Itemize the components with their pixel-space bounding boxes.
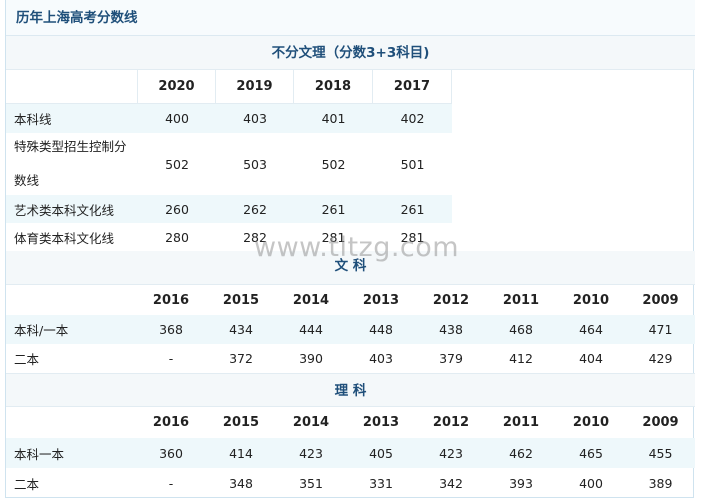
year-header: 2015	[222, 292, 260, 308]
score-cell: 342	[439, 475, 463, 491]
score-cell: 464	[579, 322, 603, 337]
score-cell: 471	[648, 322, 673, 337]
year-header: 2012	[432, 292, 470, 308]
table-row: 本科一本 360 414 423 405 423 462 465 455	[6, 438, 695, 468]
year-header: 2009	[642, 415, 679, 430]
score-cell: 262	[243, 201, 267, 217]
score-cell: 438	[439, 322, 463, 337]
score-cell: 379	[439, 351, 463, 366]
score-cell: 448	[369, 322, 393, 337]
score-cell: 423	[299, 445, 323, 461]
score-cell: 400	[579, 475, 603, 491]
score-cell: 502	[165, 156, 189, 172]
score-cell: 400	[165, 111, 189, 126]
score-cell: 462	[509, 445, 533, 461]
table-row: 本科线 400 403 401 402	[6, 104, 452, 133]
score-cell: 404	[579, 351, 603, 366]
score-cell: 403	[243, 111, 267, 126]
score-cell: 434	[229, 322, 253, 337]
score-cell: 429	[648, 351, 673, 366]
table-row: 特殊类型招生控制分数线 502 503 502 501	[6, 133, 452, 195]
score-cell: 368	[159, 322, 183, 337]
score-cell: 282	[243, 229, 267, 245]
table-row: 二本 - 348 351 331 342 393 400 389	[6, 468, 695, 498]
year-header: 2014	[292, 415, 330, 430]
score-cell: 351	[299, 475, 323, 491]
score-cell: 412	[509, 351, 533, 366]
score-cell: 455	[648, 445, 673, 461]
row-label: 二本	[14, 352, 40, 367]
score-cell: -	[168, 351, 174, 366]
row-label: 特殊类型招生控制分数线	[14, 139, 127, 188]
row-label: 本科/一本	[14, 323, 69, 338]
year-header: 2020	[138, 70, 216, 104]
section-title-combined: 不分文理（分数3+3科目)	[6, 36, 695, 70]
year-header: 2019	[216, 70, 294, 104]
score-cell: 261	[400, 201, 425, 217]
score-cell: 389	[648, 475, 673, 491]
score-table-frame: 历年上海高考分数线 不分文理（分数3+3科目) 2020 2019 2018 2…	[5, 0, 695, 498]
score-cell: 281	[321, 229, 346, 245]
year-header: 2016	[152, 292, 190, 308]
score-cell: 260	[165, 201, 189, 217]
score-cell: 468	[509, 322, 533, 337]
score-cell: 405	[369, 445, 393, 461]
row-label: 本科线	[14, 112, 52, 127]
score-cell: 393	[509, 475, 533, 491]
score-cell: 348	[229, 475, 253, 491]
score-cell: 360	[159, 445, 183, 461]
table-row: 本科/一本 368 434 444 448 438 468 464 471	[6, 315, 695, 344]
year-header: 2013	[362, 415, 400, 430]
score-cell: 331	[369, 475, 393, 491]
score-cell: 261	[321, 201, 346, 217]
section-title-science: 理 科	[6, 373, 695, 407]
score-cell: 503	[243, 156, 267, 172]
score-cell: -	[168, 475, 174, 491]
year-header-row: 2016 2015 2014 2013 2012 2011 2010 2009	[6, 285, 695, 315]
score-cell: 465	[579, 445, 603, 461]
row-label: 二本	[14, 476, 40, 492]
row-label: 艺术类本科文化线	[14, 202, 115, 218]
row-label: 本科一本	[14, 446, 65, 462]
score-cell: 402	[400, 111, 425, 126]
row-label: 体育类本科文化线	[14, 230, 115, 246]
year-header: 2018	[294, 70, 373, 104]
score-cell: 423	[439, 445, 463, 461]
table-row: 二本 - 372 390 403 379 412 404 429	[6, 344, 695, 373]
year-header: 2009	[642, 292, 679, 308]
year-header: 2013	[362, 292, 400, 308]
table-row: 艺术类本科文化线 260 262 261 261	[6, 195, 452, 223]
section-title-arts: 文 科	[6, 251, 695, 285]
year-header: 2010	[572, 415, 610, 430]
year-header: 2015	[222, 415, 260, 430]
score-cell: 444	[299, 322, 323, 337]
score-cell: 403	[369, 351, 393, 366]
score-cell: 501	[400, 156, 425, 172]
table-row: 体育类本科文化线 280 282 281 281	[6, 223, 452, 251]
year-header-row: 2016 2015 2014 2013 2012 2011 2010 2009	[6, 407, 695, 438]
score-cell: 502	[321, 156, 346, 172]
score-cell: 390	[299, 351, 323, 366]
year-header: 2010	[572, 292, 610, 308]
score-cell: 281	[400, 229, 425, 245]
score-cell: 280	[165, 229, 189, 245]
year-header: 2016	[152, 415, 190, 430]
score-cell: 401	[321, 111, 346, 126]
year-header: 2011	[502, 415, 540, 430]
score-cell: 414	[229, 445, 253, 461]
year-header: 2017	[373, 70, 452, 104]
page-title: 历年上海高考分数线	[6, 0, 695, 36]
year-header: 2011	[502, 292, 540, 308]
score-cell: 372	[229, 351, 253, 366]
year-header-row: 2020 2019 2018 2017	[6, 70, 695, 104]
year-header: 2014	[292, 292, 330, 308]
corner-cell	[6, 70, 138, 104]
year-header: 2012	[432, 415, 470, 430]
